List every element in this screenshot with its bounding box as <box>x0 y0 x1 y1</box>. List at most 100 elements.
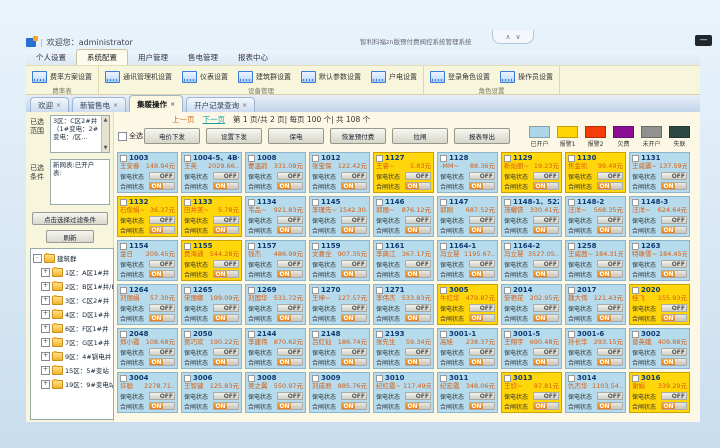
meter-card[interactable]: 1148-1、522茂耀铁330.41元保电状态OFF合闸状态ON <box>501 196 562 237</box>
switch-toggle[interactable]: ON <box>341 270 367 278</box>
menu-item-2[interactable]: 系统配置 <box>76 49 128 65</box>
meter-card[interactable]: 1270王坤~127.57元保电状态OFF合闸状态ON <box>309 284 370 325</box>
protect-toggle[interactable]: OFF <box>341 304 367 312</box>
scroll-down-icon[interactable]: ▼ <box>104 144 108 152</box>
expand-icon[interactable]: + <box>41 282 50 291</box>
meter-card[interactable]: 1157钱杰486.99元保电状态OFF合闸状态ON <box>245 240 306 281</box>
switch-toggle[interactable]: ON <box>213 226 239 234</box>
card-checkbox[interactable] <box>184 375 191 382</box>
meter-card[interactable]: 1263特珠雪~184.45元保电状态OFF合闸状态ON <box>629 240 690 281</box>
protect-toggle[interactable]: OFF <box>213 304 239 312</box>
protect-toggle[interactable]: OFF <box>405 304 431 312</box>
protect-toggle[interactable]: OFF <box>469 216 495 224</box>
protect-toggle[interactable]: OFF <box>469 304 495 312</box>
card-checkbox[interactable] <box>504 199 511 206</box>
card-checkbox[interactable] <box>120 243 127 250</box>
card-checkbox[interactable] <box>440 199 447 206</box>
card-checkbox[interactable] <box>632 375 639 382</box>
protect-toggle[interactable]: OFF <box>277 260 303 268</box>
ribbon-button[interactable]: 通讯管理机设置 <box>105 71 172 83</box>
action-button-1[interactable]: 电价下发 <box>144 128 200 144</box>
menu-item-1[interactable]: 个人设置 <box>26 50 76 65</box>
switch-toggle[interactable]: ON <box>341 226 367 234</box>
card-checkbox[interactable] <box>184 287 191 294</box>
meter-card[interactable]: 2020桂飞155.93元保电状态OFF合闸状态ON <box>629 284 690 325</box>
meter-card[interactable]: 1003王安春148.94元保电状态OFF合闸状态ON <box>117 152 178 193</box>
protect-toggle[interactable]: OFF <box>597 348 623 356</box>
meter-card[interactable]: 1129靳灿丽~19.23元保电状态OFF合闸状态ON <box>501 152 562 193</box>
expand-icon[interactable]: + <box>41 268 50 277</box>
switch-toggle[interactable]: ON <box>661 182 687 190</box>
switch-toggle[interactable]: ON <box>469 270 495 278</box>
switch-toggle[interactable]: ON <box>149 226 175 234</box>
card-checkbox[interactable] <box>632 331 639 338</box>
protect-toggle[interactable]: OFF <box>405 260 431 268</box>
protect-toggle[interactable]: OFF <box>149 392 175 400</box>
selected-range-box[interactable]: 3区：C区2#井（1#变电：2#变电：/区... ▲▼ <box>50 115 110 153</box>
switch-toggle[interactable]: ON <box>149 358 175 366</box>
card-checkbox[interactable] <box>120 155 127 162</box>
meter-card[interactable]: 1155费海通544.28元保电状态OFF合闸状态ON <box>181 240 242 281</box>
tab-4[interactable]: 开户记录查询× <box>186 97 255 112</box>
card-checkbox[interactable] <box>312 199 319 206</box>
protect-toggle[interactable]: OFF <box>533 260 559 268</box>
switch-toggle[interactable]: ON <box>213 402 239 410</box>
meter-card[interactable]: 1133田井美~5.78元保电状态OFF合闸状态ON <box>181 196 242 237</box>
switch-toggle[interactable]: ON <box>661 402 687 410</box>
card-checkbox[interactable] <box>120 287 127 294</box>
protect-toggle[interactable]: OFF <box>533 348 559 356</box>
card-checkbox[interactable] <box>568 375 575 382</box>
protect-toggle[interactable]: OFF <box>661 172 687 180</box>
switch-toggle[interactable]: ON <box>597 270 623 278</box>
minimize-button[interactable]: — <box>695 35 712 46</box>
switch-toggle[interactable]: ON <box>213 314 239 322</box>
switch-toggle[interactable]: ON <box>533 402 559 410</box>
tree-node-6[interactable]: +7区：G区1#井 <box>41 335 113 349</box>
switch-toggle[interactable]: ON <box>597 182 623 190</box>
switch-toggle[interactable]: ON <box>533 358 559 366</box>
meter-card[interactable]: 1145李瑾先~1542.30..保电状态OFF合闸状态ON <box>309 196 370 237</box>
protect-toggle[interactable]: OFF <box>533 304 559 312</box>
expand-icon[interactable]: + <box>41 380 50 389</box>
select-all[interactable]: 全选 <box>118 131 143 141</box>
ribbon-button[interactable]: 默认参数设置 <box>301 71 361 83</box>
switch-toggle[interactable]: ON <box>405 270 431 278</box>
switch-toggle[interactable]: ON <box>469 226 495 234</box>
protect-toggle[interactable]: OFF <box>277 216 303 224</box>
tab-close-icon[interactable]: × <box>56 102 61 109</box>
meter-card[interactable]: 3005牛红华479.87元保电状态OFF合闸状态ON <box>437 284 498 325</box>
switch-toggle[interactable]: ON <box>277 182 303 190</box>
meter-card[interactable]: 2193张先生59.34元保电状态OFF合闸状态ON <box>373 328 434 369</box>
card-checkbox[interactable] <box>568 287 575 294</box>
switch-toggle[interactable]: ON <box>341 182 367 190</box>
card-checkbox[interactable] <box>312 287 319 294</box>
card-checkbox[interactable] <box>248 375 255 382</box>
collapse-up-icon[interactable]: ∧ <box>505 33 510 41</box>
card-checkbox[interactable] <box>376 375 383 382</box>
switch-toggle[interactable]: ON <box>597 314 623 322</box>
meter-card[interactable]: 3001-5王翔宇690.48元保电状态OFF合闸状态ON <box>501 328 562 369</box>
protect-toggle[interactable]: OFF <box>149 348 175 356</box>
switch-toggle[interactable]: ON <box>661 226 687 234</box>
expand-icon[interactable]: + <box>41 366 50 375</box>
tree-node-7[interactable]: +9区：4#锅电井（4#锅... <box>41 349 113 363</box>
switch-toggle[interactable]: ON <box>469 182 495 190</box>
next-page-link[interactable]: 下一页 <box>203 114 226 125</box>
expand-icon[interactable]: + <box>41 338 50 347</box>
protect-toggle[interactable]: OFF <box>149 216 175 224</box>
protect-toggle[interactable]: OFF <box>277 172 303 180</box>
tab-close-icon[interactable]: × <box>113 102 118 109</box>
card-checkbox[interactable] <box>312 243 319 250</box>
expand-icon[interactable]: + <box>41 296 50 305</box>
tree-node-5[interactable]: +6区：F区1#井（F区1#... <box>41 321 113 335</box>
action-button-3[interactable]: 保电 <box>268 128 324 144</box>
action-button-4[interactable]: 恢复预付费 <box>330 128 386 144</box>
ribbon-button[interactable]: 操作员设置 <box>500 71 553 83</box>
card-checkbox[interactable] <box>184 199 191 206</box>
switch-toggle[interactable]: ON <box>661 358 687 366</box>
protect-toggle[interactable]: OFF <box>341 260 367 268</box>
menu-item-4[interactable]: 售电管理 <box>178 50 228 65</box>
tab-2[interactable]: 新管售电× <box>72 97 126 112</box>
switch-toggle[interactable]: ON <box>405 314 431 322</box>
range-scrollbar[interactable]: ▲▼ <box>101 116 109 152</box>
